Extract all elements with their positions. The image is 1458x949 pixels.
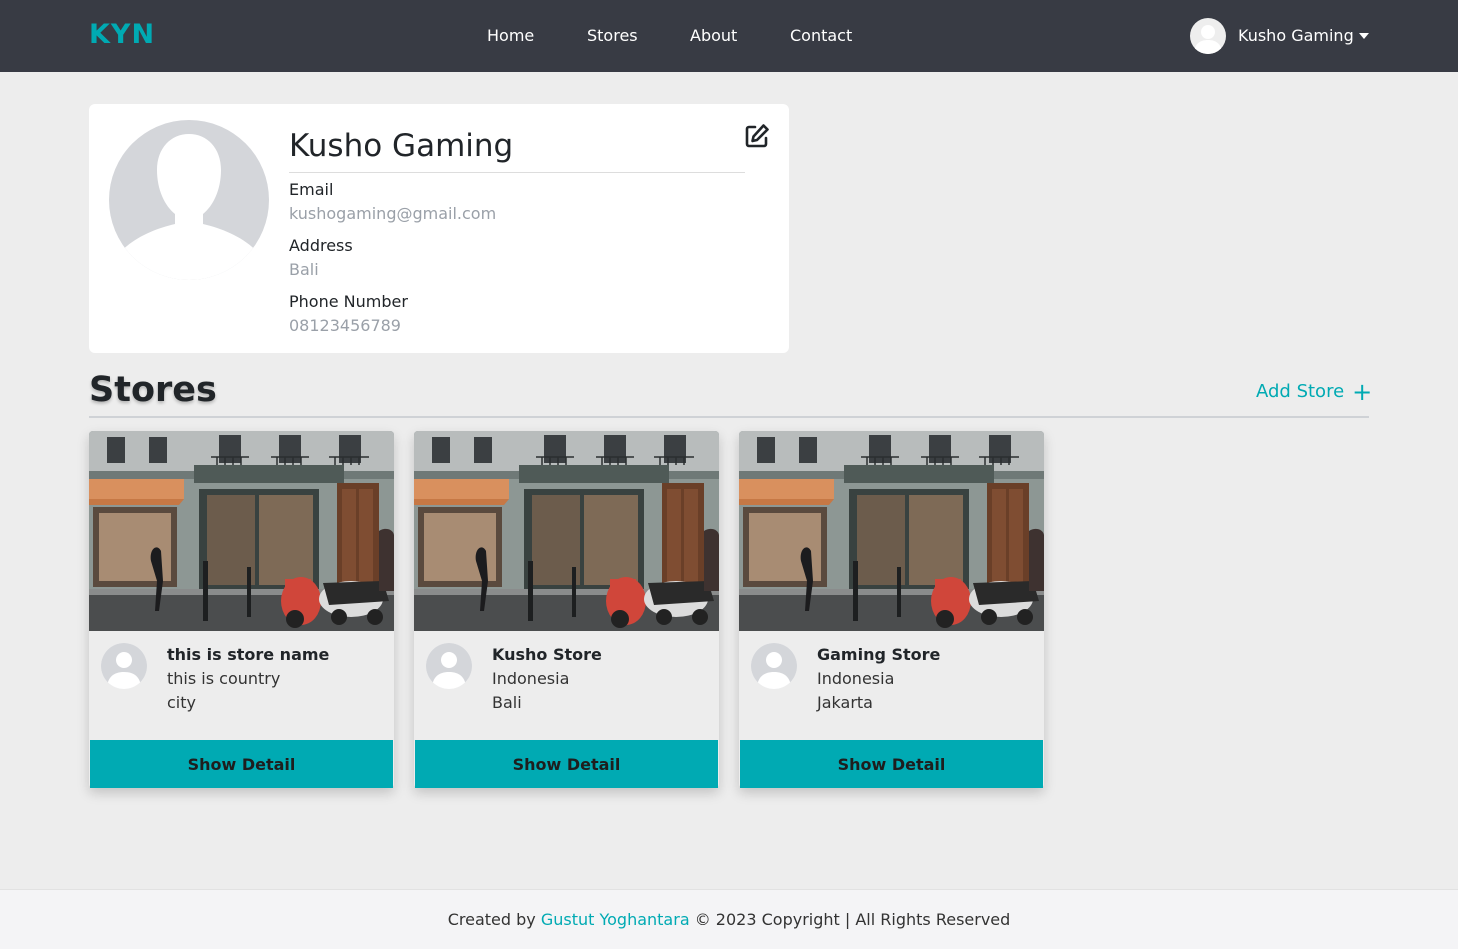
- stores-section-title: Stores: [89, 370, 217, 410]
- user-silhouette-icon: [751, 643, 797, 689]
- store-card: this is store name this is country city …: [89, 431, 394, 788]
- edit-icon[interactable]: [744, 123, 770, 149]
- brand-logo[interactable]: KYN: [89, 19, 155, 50]
- store-card: Gaming Store Indonesia Jakarta Show Deta…: [739, 431, 1044, 788]
- add-store-label: Add Store: [1256, 381, 1345, 402]
- store-city: city: [167, 693, 196, 712]
- store-image-wrapper: [89, 431, 394, 631]
- profile-divider: [289, 172, 745, 173]
- user-name: Kusho Gaming: [1238, 26, 1354, 45]
- stores-divider: [89, 416, 1369, 418]
- show-detail-button[interactable]: Show Detail: [415, 740, 718, 788]
- profile-name: Kusho Gaming: [289, 128, 514, 164]
- store-name: Kusho Store: [492, 645, 602, 664]
- user-silhouette-icon: [101, 643, 147, 689]
- email-label: Email: [289, 180, 334, 199]
- nav-link-contact[interactable]: Contact: [790, 26, 852, 45]
- store-avatar: [426, 643, 472, 689]
- store-image-wrapper: [414, 431, 719, 631]
- footer-suffix: © 2023 Copyright | All Rights Reserved: [694, 910, 1011, 929]
- store-avatar: [101, 643, 147, 689]
- show-detail-button[interactable]: Show Detail: [90, 740, 393, 788]
- top-navbar: KYN Home Stores About Contact Kusho Gami…: [0, 0, 1458, 72]
- store-card: Kusho Store Indonesia Bali Show Detail: [414, 431, 719, 788]
- footer-author-link[interactable]: Gustut Yoghantara: [541, 910, 690, 929]
- profile-avatar: [109, 120, 269, 280]
- store-image: [89, 431, 394, 631]
- nav-link-home[interactable]: Home: [487, 26, 534, 45]
- nav-link-about[interactable]: About: [690, 26, 737, 45]
- user-silhouette-icon: [426, 643, 472, 689]
- email-value: kushogaming@gmail.com: [289, 204, 497, 223]
- store-image: [739, 431, 1044, 631]
- user-avatar: [1190, 18, 1226, 54]
- nav-link-stores[interactable]: Stores: [587, 26, 638, 45]
- address-value: Bali: [289, 260, 319, 279]
- store-country: this is country: [167, 669, 281, 688]
- phone-value: 08123456789: [289, 316, 401, 335]
- user-silhouette-icon: [1194, 25, 1222, 54]
- store-city: Jakarta: [817, 693, 873, 712]
- show-detail-button[interactable]: Show Detail: [740, 740, 1043, 788]
- page-footer: Created by Gustut Yoghantara © 2023 Copy…: [0, 889, 1458, 949]
- footer-text: Created by Gustut Yoghantara © 2023 Copy…: [0, 910, 1458, 929]
- store-avatar: [751, 643, 797, 689]
- phone-label: Phone Number: [289, 292, 408, 311]
- profile-card: Kusho Gaming Email kushogaming@gmail.com…: [89, 104, 789, 353]
- user-menu-dropdown[interactable]: Kusho Gaming: [1190, 18, 1375, 54]
- user-silhouette-icon: [109, 134, 269, 280]
- store-image-wrapper: [739, 431, 1044, 631]
- add-store-button[interactable]: Add Store +: [1256, 377, 1373, 406]
- store-name: Gaming Store: [817, 645, 941, 664]
- footer-prefix: Created by: [447, 910, 536, 929]
- caret-down-icon: [1359, 33, 1369, 39]
- store-image: [414, 431, 719, 631]
- store-country: Indonesia: [492, 669, 570, 688]
- store-name: this is store name: [167, 645, 330, 664]
- plus-icon: +: [1352, 377, 1373, 406]
- store-country: Indonesia: [817, 669, 895, 688]
- address-label: Address: [289, 236, 353, 255]
- store-city: Bali: [492, 693, 522, 712]
